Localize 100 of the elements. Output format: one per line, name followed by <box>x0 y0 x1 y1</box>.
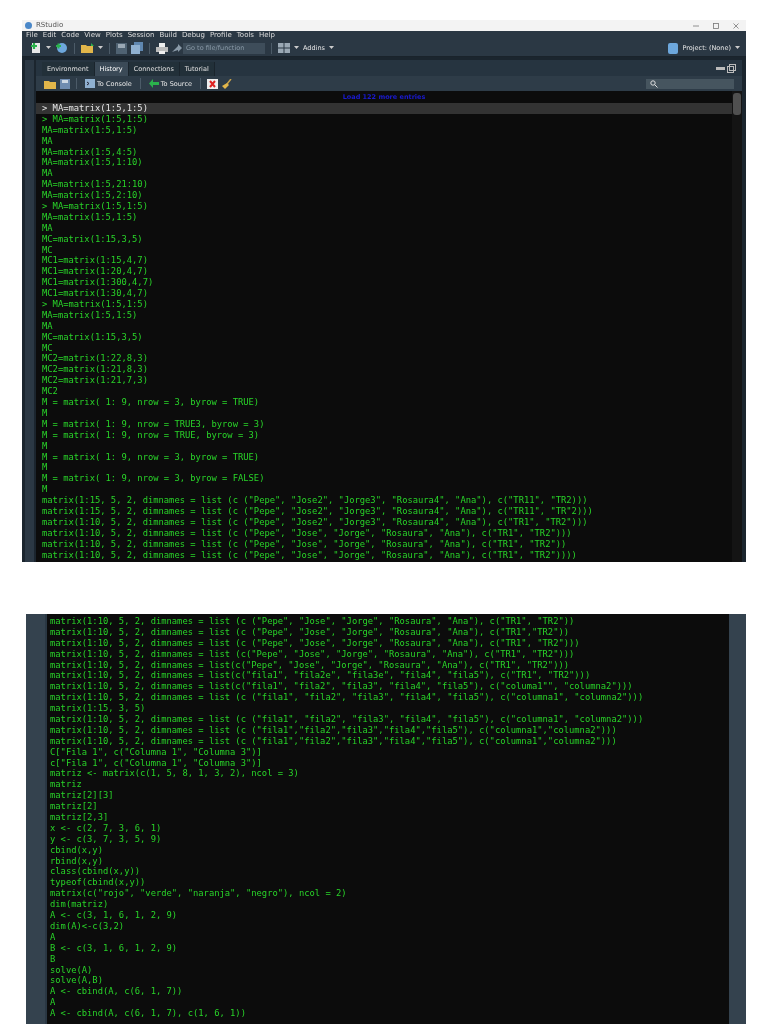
history-entry[interactable]: M <box>36 407 732 419</box>
history-entry[interactable]: MC1=matrix(1:300,4,7) <box>36 277 732 289</box>
history-entry[interactable]: M = matrix( 1: 9, nrow = 3, byrow = TRUE) <box>36 451 732 463</box>
history-entry[interactable]: matrix(1:15, 5, 2, dimnames = list (c ("Pepe", "Jose2", "Jorge3", "Rosaura4", "Ana"), c("TR11", "TR2))) <box>36 495 732 506</box>
print-icon[interactable] <box>156 42 168 54</box>
new-file-icon[interactable] <box>30 42 42 54</box>
history-entry[interactable]: A <box>47 997 729 1009</box>
history-entry[interactable]: matriz[2] <box>47 801 729 813</box>
history-entry[interactable]: M = matrix( 1: 9, nrow = TRUE3, byrow = 3) <box>36 418 732 430</box>
save-icon[interactable] <box>116 42 127 54</box>
minimize-pane-icon[interactable] <box>716 65 725 71</box>
history-entry[interactable]: MC2=matrix(1:21,7,3) <box>36 375 732 387</box>
history-entry[interactable]: x <- c(2, 7, 3, 6, 1) <box>47 822 729 834</box>
history-entry[interactable]: > MA=matrix(1:5,1:5) <box>36 201 732 212</box>
history-entry[interactable]: M <box>36 462 732 474</box>
history-entry[interactable]: matrix(c("rojo", "verde", "naranja", "negro"), ncol = 2) <box>47 888 729 900</box>
history-entry[interactable]: MC=matrix(1:15,3,5) <box>36 331 732 343</box>
history-entry[interactable]: matrix(1:10, 5, 2, dimnames = list(c("fila1", "fila2", "fila3", "fila4", "fila5"), c("columa1"", "columna2"))) <box>47 681 729 693</box>
history-entry[interactable]: matrix(1:15, 5, 2, dimnames = list (c ("Pepe", "Jose2", "Jorge3", "Rosaura4", "Ana"), c("TR11", "TR"2))) <box>36 505 732 517</box>
history-entry[interactable]: solve(A) <box>47 964 729 976</box>
scrollbar[interactable] <box>729 614 746 1024</box>
history-entry[interactable]: M <box>36 440 732 452</box>
history-entry[interactable]: > MA=matrix(1:5,1:5) <box>36 103 732 114</box>
history-entry[interactable]: MA=matrix(1:5,1:10) <box>36 157 732 169</box>
history-entry[interactable]: matrix(1:10, 5, 2, dimnames = list(c("Pepe", "Jose", "Jorge", "Rosaura", "Ana"), c("TR1", "TR2"))) <box>47 659 729 671</box>
save-all-icon[interactable] <box>131 42 143 54</box>
history-entry[interactable]: matrix(1:10, 5, 2, dimnames = list (c ("Pepe", "Jose", "Jorge", "Rosaura", "Ana"), c("TR1", "TR2"))) <box>47 637 729 649</box>
history-entry[interactable]: matrix(1:10, 5, 2, dimnames = list (c ("fila1", "fila2", "fila3", "fila4", "fila5"), c("columna1", "columna2"))) <box>47 714 729 725</box>
maximize-pane-icon[interactable] <box>727 63 736 73</box>
close-icon[interactable] <box>732 21 740 30</box>
history-entry[interactable]: y <- c(3, 7, 3, 5, 9) <box>47 833 729 845</box>
history-entry[interactable]: matrix(1:10, 5, 2, dimnames = list (c ("Pepe", "Jose", "Jorge", "Rosaura", "Ana"), c("TR1", "TR2")) <box>36 538 732 550</box>
history-entry[interactable]: matrix(1:10, 5, 2, dimnames = list (c ("fila1","fila2","fila3","fila4","fila5"), c("columna1","columna2"))) <box>47 735 729 747</box>
history-entry[interactable]: matrix(1:10, 5, 2, dimnames = list (c ("Pepe", "Jose", "Jorge", "Rosaura", "Ana"), c("TR1", "TR2")))) <box>36 549 732 561</box>
scroll-thumb[interactable] <box>733 93 741 115</box>
history-entry[interactable]: MA <box>36 168 732 180</box>
history-entry[interactable]: M = matrix( 1: 9, nrow = 3, byrow = FALSE) <box>36 473 732 485</box>
history-entry[interactable]: MA <box>36 222 732 234</box>
history-entry[interactable]: > MA=matrix(1:5,1:5) <box>36 113 732 125</box>
caret-icon[interactable] <box>328 46 334 50</box>
history-entry[interactable]: dim(A)<-c(3,2) <box>47 920 729 932</box>
history-entry[interactable]: A <- cbind(A, c(6, 1, 7), c(1, 6, 1)) <box>47 1008 729 1019</box>
history-entry[interactable]: A <box>47 931 729 943</box>
history-entry[interactable]: MC2=matrix(1:22,8,3) <box>36 353 732 365</box>
history-entry[interactable]: matriz <- matrix(c(1, 5, 8, 1, 3, 2), ncol = 3) <box>47 768 729 780</box>
search-field[interactable] <box>646 78 734 89</box>
history-entry[interactable]: matriz <box>47 779 729 791</box>
project-icon[interactable] <box>55 42 68 54</box>
history-entry[interactable]: solve(A,B) <box>47 975 729 987</box>
history-entry[interactable]: MA=matrix(1:5,1:5) <box>36 309 732 321</box>
folder-icon[interactable] <box>81 42 94 54</box>
history-entry[interactable]: MC1=matrix(1:15,4,7) <box>36 255 732 267</box>
history-entry[interactable]: MA=matrix(1:5,21:10) <box>36 179 732 191</box>
history-entry[interactable]: M <box>36 484 732 496</box>
history-entry[interactable]: B <box>47 953 729 965</box>
history-entry[interactable]: matrix(1:10, 5, 2, dimnames = list (c ("Pepe", "Jose", "Jorge", "Rosaura", "Ana"), c("TR1", "TR2"))) <box>36 527 732 539</box>
history-entry[interactable]: c["Fila 1", c("Columna 1", "Columna 3")] <box>47 757 729 769</box>
grid-icon[interactable] <box>278 43 290 53</box>
history-entry[interactable]: M = matrix( 1: 9, nrow = TRUE, byrow = 3) <box>36 429 732 441</box>
history-entry[interactable]: matrix(1:10, 5, 2, dimnames = list (c ("Pepe", "Jose2", "Jorge3", "Rosaura4", "Ana"), c("TR1", "TR2"))) <box>36 516 732 528</box>
history-entry[interactable]: cbind(x,y) <box>47 844 729 856</box>
history-entry[interactable]: MC2=matrix(1:21,8,3) <box>36 364 732 376</box>
history-entry[interactable]: matrix(1:15, 3, 5) <box>47 703 729 714</box>
history-entry[interactable]: matrix(1:10, 5, 2, dimnames = list(c("fila1", "fila2e", "fila3e", "fila4", "fila5"), c("TR1", "TR2"))) <box>47 670 729 682</box>
history-entry[interactable]: matrix(1:10, 5, 2, dimnames = list (c ("fila1", "fila2", "fila3", "fila4", "fila5"), c("columna1", "columna2"))) <box>47 692 729 704</box>
remove-icon[interactable] <box>206 78 218 89</box>
caret-icon[interactable] <box>98 46 103 50</box>
history-entry[interactable]: matrix(1:10, 5, 2, dimnames = list (c ("Pepe", "Jose", "Jorge", "Rosaura", "Ana"), c("TR1", "TR2")) <box>47 616 729 627</box>
history-entry[interactable]: MA <box>36 135 732 147</box>
maximize-icon[interactable] <box>712 21 720 30</box>
history-entry[interactable]: MA=matrix(1:5,1:5) <box>36 124 732 136</box>
history-entry[interactable]: C["Fila 1", c("Columna 1", "Columna 3")] <box>47 746 729 758</box>
history-entry[interactable]: A <- c(3, 1, 6, 1, 2, 9) <box>47 910 729 921</box>
history-entry[interactable]: class(cbind(x,y)) <box>47 866 729 878</box>
history-entry[interactable]: MC1=matrix(1:30,4,7) <box>36 288 732 300</box>
history-entry[interactable]: MA=matrix(1:5,2:10) <box>36 190 732 201</box>
history-entry[interactable]: MA=matrix(1:5,1:5) <box>36 211 732 223</box>
save-icon[interactable] <box>60 78 70 89</box>
history-entry[interactable]: > MA=matrix(1:5,1:5) <box>36 299 732 310</box>
history-entry[interactable]: matrix(1:10, 5, 2, dimnames = list (c ("fila1","fila2","fila3","fila4","fila5"), c("columna1","columna2"))) <box>47 724 729 736</box>
history-entry[interactable]: MC2 <box>36 386 732 398</box>
history-entry[interactable]: MA <box>36 320 732 332</box>
history-entry[interactable]: matriz[2,3] <box>47 812 729 823</box>
caret-icon[interactable] <box>735 46 740 50</box>
history-entry[interactable]: rbind(x,y) <box>47 855 729 867</box>
history-entry[interactable]: MC1=matrix(1:20,4,7) <box>36 266 732 278</box>
history-entry[interactable]: MC=matrix(1:15,3,5) <box>36 233 732 245</box>
history-entry[interactable]: dim(matriz) <box>47 899 729 911</box>
caret-icon[interactable] <box>46 46 51 50</box>
folder-icon[interactable] <box>44 78 56 89</box>
history-entry[interactable]: matriz[2][3] <box>47 790 729 802</box>
scrollbar[interactable] <box>732 91 742 562</box>
history-entry[interactable]: B <- c(3, 1, 6, 1, 2, 9) <box>47 942 729 954</box>
history-entry[interactable]: matrix(1:10, 5, 2, dimnames = list (c("Pepe", "Jose", "Jorge", "Rosaura", "Ana"), c("TR1", "TR2"))) <box>47 648 729 660</box>
history-entry[interactable]: matrix(1:10, 5, 2, dimnames = list (c ("Pepe", "Jose", "Jorge", "Rosaura", "Ana"), c("TR1","TR2")) <box>47 626 729 638</box>
history-entry[interactable]: typeof(cbind(x,y)) <box>47 877 729 889</box>
history-entry[interactable]: MC <box>36 244 732 256</box>
caret-icon[interactable] <box>294 46 299 50</box>
history-entry[interactable]: M = matrix( 1: 9, nrow = 3, byrow = TRUE) <box>36 397 732 408</box>
history-entry[interactable]: MC <box>36 342 732 354</box>
